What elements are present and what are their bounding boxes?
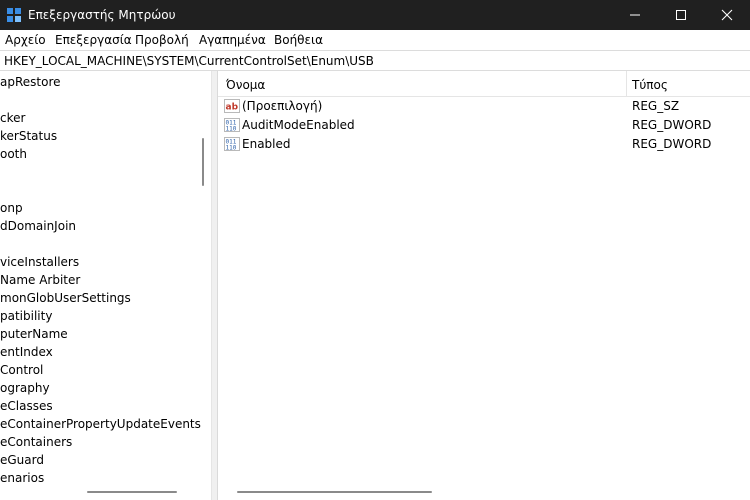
menu-file[interactable]: Αρχείο	[5, 33, 46, 47]
values-pane: Όνομα Τύπος ab (Προεπιλογή) REG_SZ 011 1…	[218, 71, 750, 500]
tree-item[interactable]: monGlobUserSettings	[0, 289, 131, 307]
tree-item[interactable]: Name Arbiter	[0, 271, 80, 289]
menu-favorites[interactable]: Αγαπημένα	[199, 33, 266, 47]
tree-item[interactable]: onp	[0, 199, 23, 217]
string-value-icon: ab	[224, 99, 240, 113]
value-type: REG_SZ	[632, 99, 680, 113]
tree-item[interactable]: enarios	[0, 469, 44, 487]
tree-item[interactable]: viceInstallers	[0, 253, 79, 271]
tree-item[interactable]: eClasses	[0, 397, 53, 415]
svg-text:110: 110	[226, 126, 237, 133]
column-separator[interactable]	[626, 71, 627, 97]
maximize-button[interactable]	[658, 0, 704, 30]
menu-edit[interactable]: Επεξεργασία	[55, 33, 132, 47]
tree-item[interactable]: entIndex	[0, 343, 53, 361]
maximize-icon	[676, 10, 686, 20]
binary-value-icon: 011 110	[224, 118, 240, 133]
menu-bar: Αρχείο Επεξεργασία Προβολή Αγαπημένα Βοή…	[0, 30, 750, 50]
tree-item[interactable]: puterName	[0, 325, 68, 343]
tree-horizontal-scrollbar[interactable]	[87, 491, 177, 493]
minimize-button[interactable]	[612, 0, 658, 30]
binary-value-icon: 011 110	[224, 137, 240, 152]
value-row[interactable]: 011 110 Enabled REG_DWORD	[218, 135, 750, 154]
value-row[interactable]: ab (Προεπιλογή) REG_SZ	[218, 97, 750, 116]
registry-editor-icon	[7, 8, 21, 22]
title-bar: Επεξεργαστής Μητρώου	[0, 0, 750, 30]
tree-vertical-scrollbar[interactable]	[202, 138, 204, 186]
close-button[interactable]	[704, 0, 750, 30]
tree-item[interactable]: eContainerPropertyUpdateEvents	[0, 415, 201, 433]
minimize-icon	[630, 14, 640, 16]
tree-item[interactable]: Control	[0, 361, 43, 379]
tree-pane[interactable]: apRestore cker kerStatus ooth onp dDomai…	[0, 71, 211, 500]
value-name: (Προεπιλογή)	[242, 99, 323, 113]
tree-item[interactable]: patibility	[0, 307, 52, 325]
column-name-header[interactable]: Όνομα	[226, 78, 265, 92]
value-type: REG_DWORD	[632, 118, 712, 132]
value-name: AuditModeEnabled	[242, 118, 355, 132]
tree-item[interactable]: dDomainJoin	[0, 217, 76, 235]
value-type: REG_DWORD	[632, 137, 712, 151]
window-title: Επεξεργαστής Μητρώου	[28, 8, 176, 22]
tree-item[interactable]: eContainers	[0, 433, 72, 451]
value-name: Enabled	[242, 137, 291, 151]
tree-item[interactable]: eGuard	[0, 451, 44, 469]
pane-splitter[interactable]	[211, 71, 218, 500]
address-bar[interactable]: HKEY_LOCAL_MACHINE\SYSTEM\CurrentControl…	[0, 50, 750, 71]
tree-item[interactable]: kerStatus	[0, 127, 57, 145]
column-header: Όνομα Τύπος	[218, 71, 750, 97]
svg-text:ab: ab	[226, 103, 239, 113]
menu-help[interactable]: Βοήθεια	[274, 33, 323, 47]
column-type-header[interactable]: Τύπος	[632, 78, 668, 92]
tree-item[interactable]: ography	[0, 379, 50, 397]
tree-item[interactable]: apRestore	[0, 73, 61, 91]
values-horizontal-scrollbar[interactable]	[237, 491, 432, 493]
tree-item[interactable]: cker	[0, 109, 25, 127]
address-path[interactable]: HKEY_LOCAL_MACHINE\SYSTEM\CurrentControl…	[4, 54, 374, 68]
tree-item[interactable]: ooth	[0, 145, 27, 163]
value-row[interactable]: 011 110 AuditModeEnabled REG_DWORD	[218, 116, 750, 135]
svg-text:110: 110	[226, 145, 237, 152]
close-icon	[721, 9, 733, 21]
menu-view[interactable]: Προβολή	[135, 33, 189, 47]
